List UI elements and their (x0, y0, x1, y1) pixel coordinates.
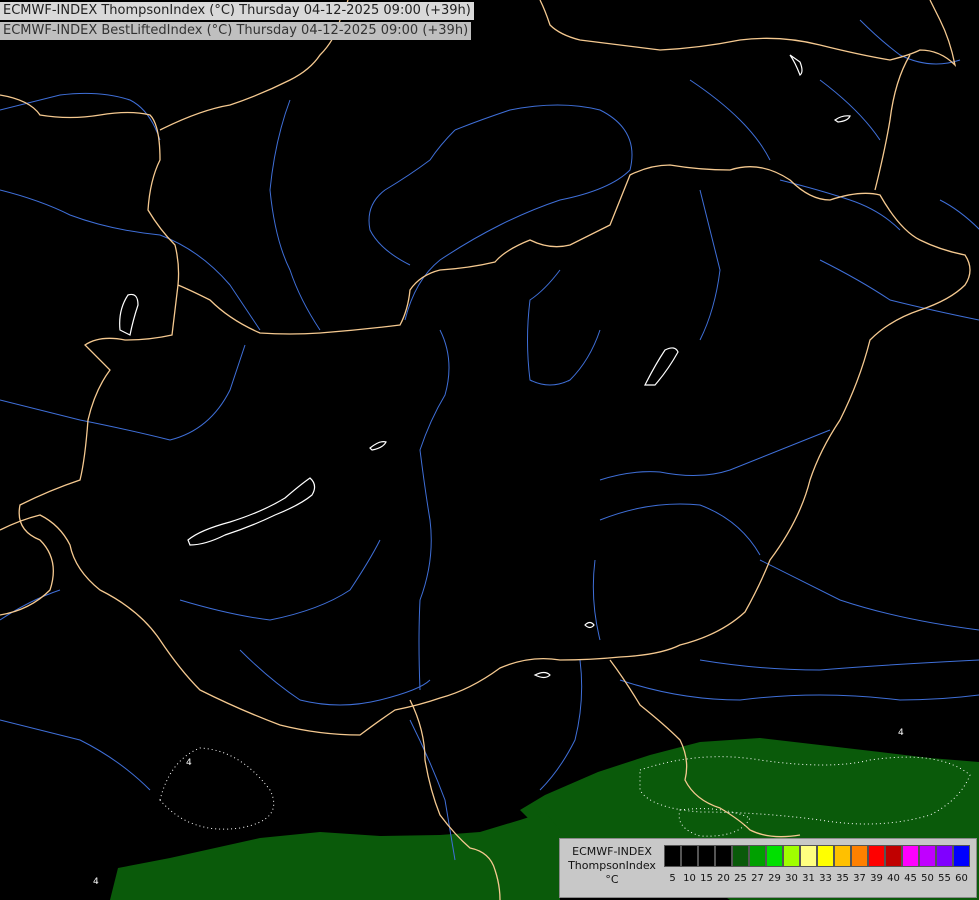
legend-tick: 10 (683, 873, 696, 884)
legend-swatch (851, 845, 868, 867)
legend-swatch (715, 845, 732, 867)
legend-tick: 40 (887, 873, 900, 884)
legend-swatch (732, 845, 749, 867)
legend-tick: 25 (734, 873, 747, 884)
legend-swatch (885, 845, 902, 867)
legend-tick: 29 (768, 873, 781, 884)
legend-tick: 45 (904, 873, 917, 884)
contour-label: 4 (93, 877, 99, 887)
legend-swatch (749, 845, 766, 867)
legend-tick: 33 (819, 873, 832, 884)
legend-tick: 31 (802, 873, 815, 884)
legend-tick: 5 (669, 873, 676, 884)
legend-tick: 37 (853, 873, 866, 884)
contour-label: 4 (186, 758, 192, 768)
legend-swatch (664, 845, 681, 867)
legend-swatch (834, 845, 851, 867)
map-title-secondary: ECMWF-INDEX BestLiftedIndex (°C) Thursda… (0, 22, 472, 40)
legend-swatch (817, 845, 834, 867)
legend-parameter: ThompsonIndex (568, 859, 656, 872)
legend-tick: 39 (870, 873, 883, 884)
legend-tick: 35 (836, 873, 849, 884)
legend-tick: 15 (700, 873, 713, 884)
map-title-primary: ECMWF-INDEX ThompsonIndex (°C) Thursday … (0, 2, 474, 20)
legend-tick: 20 (717, 873, 730, 884)
legend-swatch (936, 845, 953, 867)
legend-tick: 55 (938, 873, 951, 884)
legend-ticks: 5 10 15 20 25 27 29 30 31 33 35 37 39 40 45 50 55 60 (664, 873, 970, 884)
legend-swatch (783, 845, 800, 867)
weather-map: 4 4 4 (0, 0, 979, 900)
legend-swatches (664, 845, 970, 867)
legend-swatch (868, 845, 885, 867)
legend-tick: 30 (785, 873, 798, 884)
legend-swatch (919, 845, 936, 867)
contour-label: 4 (898, 728, 904, 738)
legend-label: ECMWF-INDEX ThompsonIndex °C (564, 845, 660, 887)
legend-swatch (800, 845, 817, 867)
color-legend: ECMWF-INDEX ThompsonIndex °C 5 10 15 20 25 27… (559, 838, 977, 898)
legend-swatch (681, 845, 698, 867)
legend-swatch (698, 845, 715, 867)
legend-model: ECMWF-INDEX (572, 845, 652, 858)
legend-tick: 60 (955, 873, 968, 884)
legend-unit: °C (605, 873, 619, 886)
legend-tick: 50 (921, 873, 934, 884)
legend-swatch (953, 845, 970, 867)
legend-swatch (902, 845, 919, 867)
legend-swatch (766, 845, 783, 867)
legend-tick: 27 (751, 873, 764, 884)
